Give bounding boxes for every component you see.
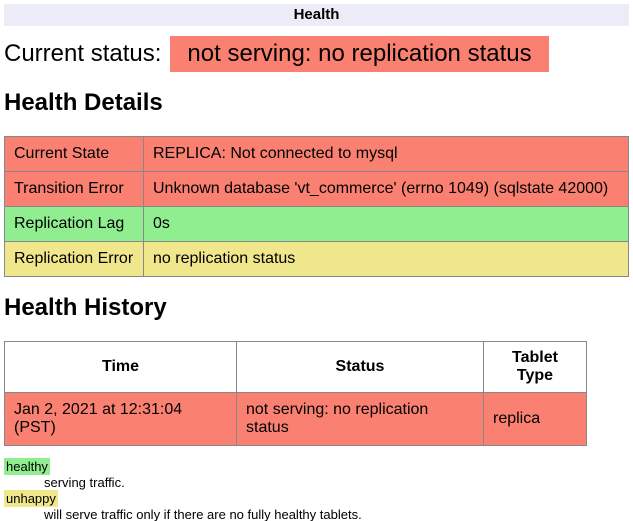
detail-label-cell: Replication Lag [5, 207, 144, 242]
detail-value-cell: REPLICA: Not connected to mysql [144, 137, 629, 172]
column-header-status: Status [237, 342, 484, 393]
table-row: Replication Lag 0s [5, 207, 629, 242]
detail-label-cell: Transition Error [5, 172, 144, 207]
legend-term: unhappy [4, 491, 629, 507]
health-history-heading: Health History [4, 295, 629, 321]
table-row: Replication Error no replication status [5, 242, 629, 277]
table-row: Jan 2, 2021 at 12:31:04 (PST) not servin… [5, 393, 587, 446]
header-bar: Health [4, 4, 629, 26]
table-header-row: Time Status Tablet Type [5, 342, 587, 393]
current-status-line: Current status: not serving: no replicati… [4, 36, 629, 72]
table-row: Transition Error Unknown database 'vt_co… [5, 172, 629, 207]
column-header-time: Time [5, 342, 237, 393]
detail-value-cell: no replication status [144, 242, 629, 277]
current-status-badge: not serving: no replication status [170, 36, 548, 72]
legend-term-unhappy: unhappy [4, 490, 58, 507]
legend-description: will serve traffic only if there are no … [44, 507, 629, 521]
detail-label-cell: Replication Error [5, 242, 144, 277]
legend-term: healthy [4, 459, 629, 475]
current-status-label: Current status: [4, 40, 161, 67]
health-details-heading: Health Details [4, 90, 629, 116]
health-page: Health Current status: not serving: no re… [0, 0, 633, 521]
page-title: Health [294, 6, 340, 23]
column-header-tablet-type: Tablet Type [484, 342, 587, 393]
health-history-table: Time Status Tablet Type Jan 2, 2021 at 1… [4, 341, 587, 446]
history-time-cell: Jan 2, 2021 at 12:31:04 (PST) [5, 393, 237, 446]
table-row: Current State REPLICA: Not connected to … [5, 137, 629, 172]
legend-term-healthy: healthy [4, 458, 50, 475]
history-tablet-type-cell: replica [484, 393, 587, 446]
history-status-cell: not serving: no replication status [237, 393, 484, 446]
detail-value-cell: 0s [144, 207, 629, 242]
legend: healthy serving traffic. unhappy will se… [4, 459, 629, 521]
legend-description: serving traffic. [44, 475, 629, 491]
health-details-table: Current State REPLICA: Not connected to … [4, 136, 629, 277]
detail-label-cell: Current State [5, 137, 144, 172]
detail-value-cell: Unknown database 'vt_commerce' (errno 10… [144, 172, 629, 207]
